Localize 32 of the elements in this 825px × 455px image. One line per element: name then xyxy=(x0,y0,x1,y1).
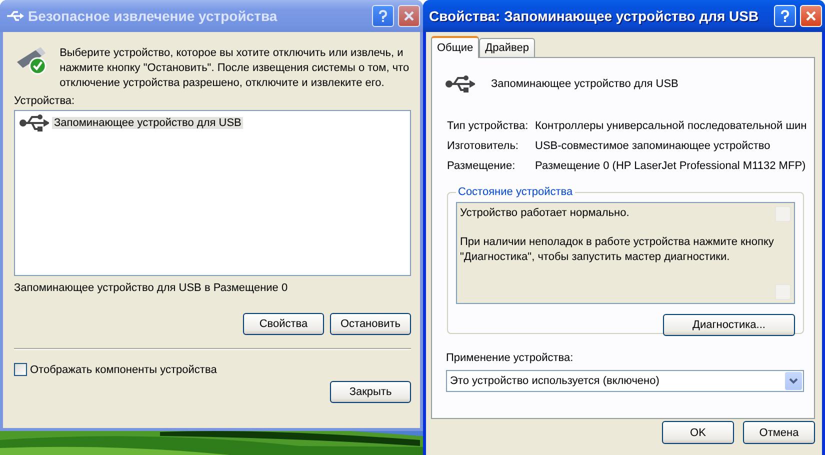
help-icon xyxy=(778,9,792,23)
window-title: Безопасное извлечение устройства xyxy=(28,8,278,24)
status-text: Устройство работает нормально. xyxy=(460,206,630,221)
help-icon xyxy=(376,9,390,23)
tab[interactable]: Общие xyxy=(431,36,480,58)
field-label: Тип устройства: xyxy=(447,120,530,132)
device-name: Запоминающее устройство для USB xyxy=(491,78,678,90)
chevron-down-icon xyxy=(789,378,798,384)
usb-icon xyxy=(19,113,49,133)
status-text: При наличии неполадок в работе устройства нажмите кнопку "Диагностика", чтобы запустить мастер диагностики. xyxy=(460,235,775,265)
cancel-button[interactable]: Отмена xyxy=(743,421,815,444)
window-title: Свойства: Запоминающее устройство для USB xyxy=(429,8,760,24)
usb-icon xyxy=(445,74,475,94)
troubleshoot-button[interactable]: Диагностика... xyxy=(663,314,795,336)
usb-icon xyxy=(6,9,24,23)
ok-button[interactable]: OK xyxy=(662,421,734,444)
close-icon xyxy=(403,10,415,22)
usage-label: Применение устройства: xyxy=(446,352,574,364)
field-label: Размещение: xyxy=(447,160,516,172)
instruction-text: Выберите устройство, которое вы хотите отключить или извлечь, и нажмите кнопку "Остановить". После извещения системы о том, что отключение устройства разрешено, отключите и извлеките его. xyxy=(60,46,410,91)
device-status-text: Запоминающее устройство для USB в Размещение 0 xyxy=(14,282,289,294)
field-value: USB-совместимое запоминающее устройство xyxy=(535,140,772,152)
close-button[interactable] xyxy=(800,5,822,27)
tab[interactable]: Драйвер xyxy=(479,38,535,57)
close-icon xyxy=(805,10,817,22)
help-button[interactable] xyxy=(774,5,796,27)
group-title: Состояние устройства xyxy=(457,186,574,198)
devices-label: Устройства: xyxy=(14,95,76,107)
field-label: Изготовитель: xyxy=(447,140,520,152)
usage-dropdown[interactable]: Это устройство используется (включено) xyxy=(446,370,804,392)
field-value: Контроллеры универсальной последовательной шин xyxy=(535,120,807,132)
field-value: Размещение 0 (HP LaserJet Professional M1132 MFP) xyxy=(535,160,807,172)
